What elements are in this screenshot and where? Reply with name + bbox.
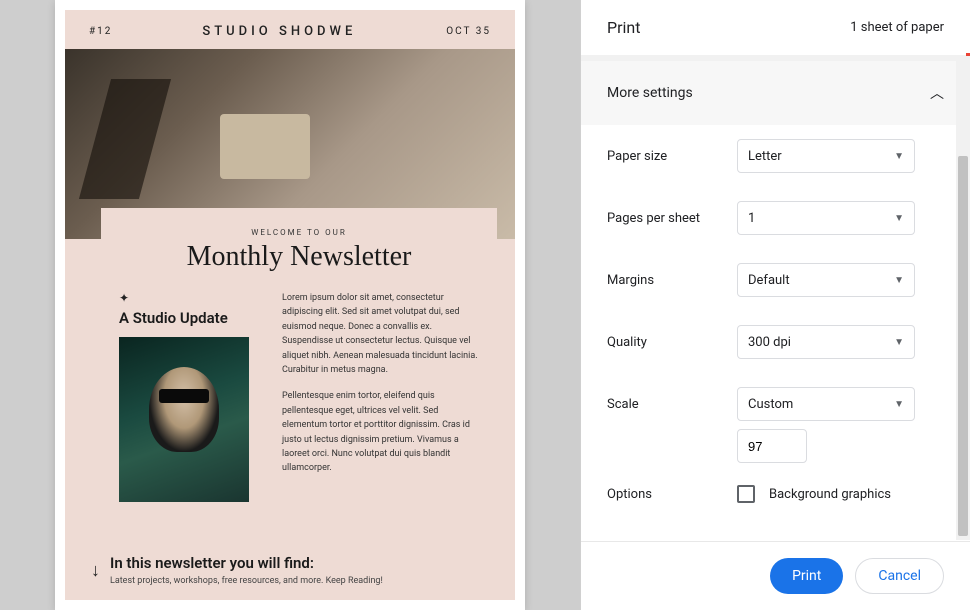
scale-number-input[interactable] xyxy=(737,429,807,463)
pages-per-sheet-label: Pages per sheet xyxy=(607,211,737,226)
print-preview-pane: #12 STUDIO SHODWE OCT 35 WELCOME TO OUR … xyxy=(0,0,580,610)
scale-value: Custom xyxy=(748,397,793,412)
paper-size-label: Paper size xyxy=(607,149,737,164)
caret-down-icon: ▼ xyxy=(894,151,904,162)
newsletter-header: #12 STUDIO SHODWE OCT 35 xyxy=(65,10,515,49)
quality-select[interactable]: 300 dpi ▼ xyxy=(737,325,915,359)
dialog-title: Print xyxy=(607,18,640,37)
footer-heading: In this newsletter you will find: xyxy=(110,554,383,572)
scrollbar-track[interactable] xyxy=(956,56,970,540)
background-graphics-checkbox[interactable] xyxy=(737,485,755,503)
footer-sub: Latest projects, workshops, free resourc… xyxy=(110,576,383,586)
paper-size-select[interactable]: Letter ▼ xyxy=(737,139,915,173)
content-card: WELCOME TO OUR Monthly Newsletter ✦ A St… xyxy=(101,208,497,520)
subtitle: A Studio Update xyxy=(119,309,264,327)
margins-label: Margins xyxy=(607,273,737,288)
caret-down-icon: ▼ xyxy=(894,275,904,286)
paragraph-2: Pellentesque enim tortor, eleifend quis … xyxy=(282,389,479,475)
newsletter-document: #12 STUDIO SHODWE OCT 35 WELCOME TO OUR … xyxy=(65,10,515,600)
scale-select[interactable]: Custom ▼ xyxy=(737,387,915,421)
caret-down-icon: ▼ xyxy=(894,399,904,410)
issue-date: OCT 35 xyxy=(446,26,491,37)
caret-down-icon: ▼ xyxy=(894,213,904,224)
more-settings-label: More settings xyxy=(607,85,693,101)
caret-down-icon: ▼ xyxy=(894,337,904,348)
sheet-count: 1 sheet of paper xyxy=(850,20,944,35)
paper-size-value: Letter xyxy=(748,149,782,164)
quality-label: Quality xyxy=(607,335,737,350)
scale-label: Scale xyxy=(607,397,737,412)
scrollbar-thumb[interactable] xyxy=(958,156,968,536)
options-label: Options xyxy=(607,487,737,502)
pages-per-sheet-select[interactable]: 1 ▼ xyxy=(737,201,915,235)
newsletter-title: Monthly Newsletter xyxy=(119,241,479,273)
margins-select[interactable]: Default ▼ xyxy=(737,263,915,297)
welcome-text: WELCOME TO OUR xyxy=(119,228,479,237)
more-settings-toggle[interactable]: More settings ︿ xyxy=(581,61,970,125)
chevron-up-icon: ︿ xyxy=(930,83,944,103)
accent-bar xyxy=(581,55,970,61)
issue-number: #12 xyxy=(89,26,112,37)
quality-value: 300 dpi xyxy=(748,335,791,350)
cancel-button[interactable]: Cancel xyxy=(855,558,944,594)
print-header: Print 1 sheet of paper xyxy=(581,0,970,55)
preview-page: #12 STUDIO SHODWE OCT 35 WELCOME TO OUR … xyxy=(55,0,525,610)
brand-name: STUDIO SHODWE xyxy=(202,24,356,39)
print-button[interactable]: Print xyxy=(770,558,843,594)
arrow-down-icon: ↓ xyxy=(91,560,100,581)
paragraph-1: Lorem ipsum dolor sit amet, consectetur … xyxy=(282,291,479,377)
background-graphics-label: Background graphics xyxy=(769,487,891,502)
portrait-image xyxy=(119,337,249,502)
sparkle-icon: ✦ xyxy=(119,291,264,305)
settings-scroll[interactable]: More settings ︿ Paper size Letter ▼ Page… xyxy=(581,61,970,541)
dialog-footer: Print Cancel xyxy=(581,541,970,610)
margins-value: Default xyxy=(748,273,790,288)
pages-per-sheet-value: 1 xyxy=(748,211,755,226)
footer-block: ↓ In this newsletter you will find: Late… xyxy=(91,554,489,586)
print-dialog: Print 1 sheet of paper More settings ︿ P… xyxy=(580,0,970,610)
